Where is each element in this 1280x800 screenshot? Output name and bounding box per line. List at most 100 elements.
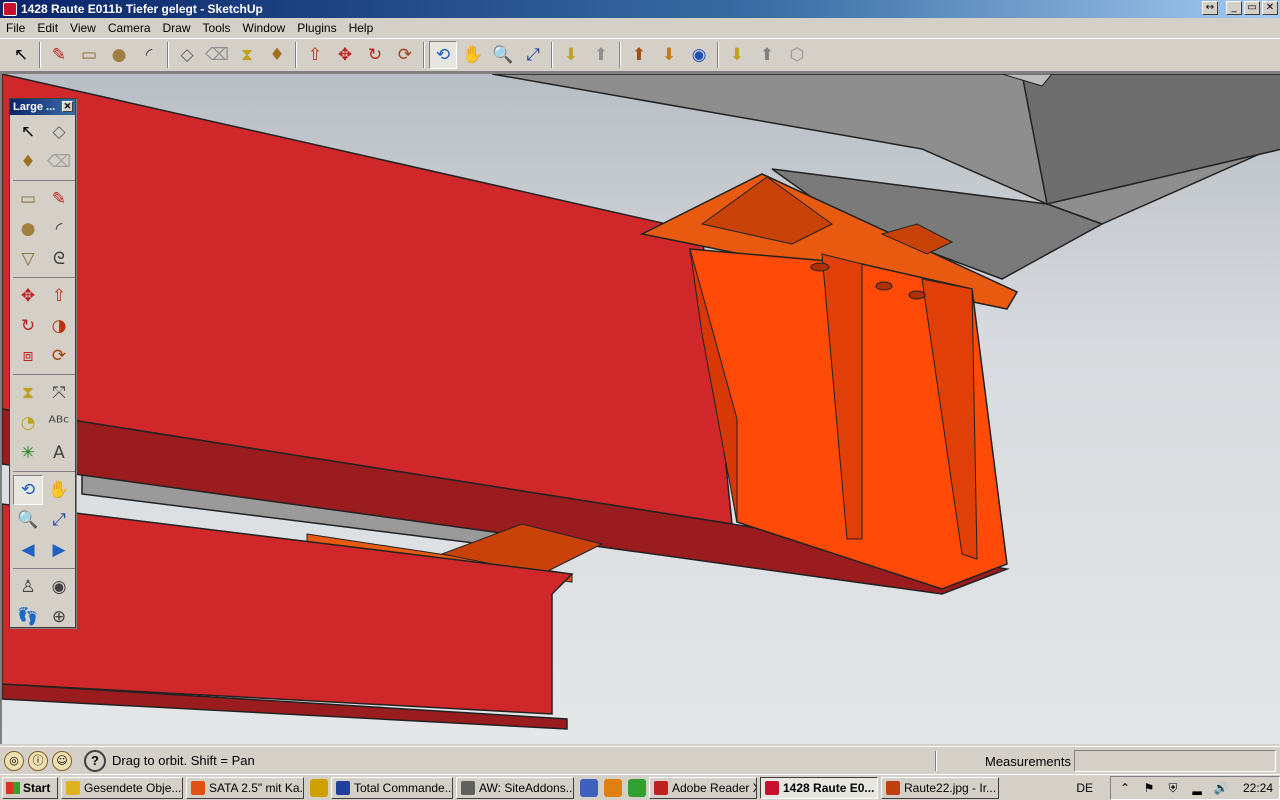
palette-offset-icon[interactable]: ⟳ xyxy=(44,341,74,371)
zoom-tool-icon[interactable]: 🔍 xyxy=(489,41,517,69)
palette-make-component-icon[interactable]: ◇ xyxy=(44,117,74,147)
palette-dimension-icon[interactable]: ⤧ xyxy=(44,378,74,408)
palette-walk-icon[interactable]: 👣 xyxy=(13,602,43,632)
security-icon[interactable]: ⛨ xyxy=(1165,781,1181,795)
component-attributes-tool-icon[interactable]: ⬆ xyxy=(753,41,781,69)
component-options-tool-icon[interactable]: ⬇ xyxy=(723,41,751,69)
taskbar-item[interactable]: Raute22.jpg - Ir... xyxy=(881,776,999,799)
menu-plugins[interactable]: Plugins xyxy=(291,21,342,35)
sketchup-app-icon[interactable] xyxy=(3,2,17,16)
palette-follow-me-icon[interactable]: ◑ xyxy=(44,311,74,341)
menu-tools[interactable]: Tools xyxy=(197,21,237,35)
menu-edit[interactable]: Edit xyxy=(31,21,64,35)
geo-location-icon[interactable]: ◎ xyxy=(4,750,24,771)
palette-protractor-icon[interactable]: ◔ xyxy=(13,408,43,438)
palette-line-icon[interactable]: ✎ xyxy=(44,184,74,214)
quicklaunch-icon[interactable] xyxy=(310,778,328,797)
model-viewport[interactable] xyxy=(0,72,1280,744)
menu-help[interactable]: Help xyxy=(343,21,380,35)
clock[interactable]: 22:24 xyxy=(1243,781,1273,795)
share-component-tool-icon[interactable]: ⬆ xyxy=(625,41,653,69)
arc-tool-icon[interactable]: ◜ xyxy=(135,41,163,69)
tray-expand-icon[interactable]: ⌃ xyxy=(1117,781,1133,795)
pan-tool-icon[interactable]: ✋ xyxy=(459,41,487,69)
palette-scale-icon[interactable]: ⧈ xyxy=(13,341,43,371)
palette-look-around-icon[interactable]: ◉ xyxy=(44,572,74,602)
orbit-tool-icon[interactable]: ⟲ xyxy=(429,41,457,69)
offset-tool-icon[interactable]: ⟳ xyxy=(391,41,419,69)
share-model-tool-icon[interactable]: ⬆ xyxy=(587,41,615,69)
paint-bucket-tool-icon[interactable]: ♦ xyxy=(263,41,291,69)
palette-tape-measure-icon[interactable]: ⧗ xyxy=(13,378,43,408)
make-component-tool-icon[interactable]: ◇ xyxy=(173,41,201,69)
palette-next-icon[interactable]: ▶ xyxy=(44,535,74,565)
maximize-button[interactable]: ▭ xyxy=(1244,1,1260,15)
tape-measure-tool-icon[interactable]: ⧗ xyxy=(233,41,261,69)
palette-previous-icon[interactable]: ◀ xyxy=(13,535,43,565)
taskbar-item[interactable]: Gesendete Obje... xyxy=(61,776,183,799)
palette-eraser-icon[interactable]: ⌫ xyxy=(44,147,74,177)
language-indicator[interactable]: DE xyxy=(1076,781,1093,795)
measurements-input[interactable] xyxy=(1074,750,1276,772)
palette-pan-icon[interactable]: ✋ xyxy=(44,475,74,505)
palette-3d-text-icon[interactable]: A xyxy=(44,438,74,468)
palette-orbit-icon[interactable]: ⟲ xyxy=(13,475,43,505)
palette-zoom-icon[interactable]: 🔍 xyxy=(13,505,43,535)
volume-icon[interactable]: 🔊 xyxy=(1213,781,1229,795)
preview-google-earth-tool-icon[interactable]: ◉ xyxy=(685,41,713,69)
get-photo-texture-tool-icon[interactable]: ⬇ xyxy=(655,41,683,69)
minimize-button[interactable]: _ xyxy=(1226,1,1242,15)
palette-position-camera-icon[interactable]: ♙ xyxy=(13,572,43,602)
eraser-tool-icon[interactable]: ⌫ xyxy=(203,41,231,69)
palette-rotate-icon[interactable]: ↻ xyxy=(13,311,43,341)
taskbar-item[interactable]: 1428 Raute E0... xyxy=(760,776,878,799)
menu-draw[interactable]: Draw xyxy=(157,21,197,35)
get-models-tool-icon[interactable]: ⬇ xyxy=(557,41,585,69)
network-icon[interactable]: ▂ xyxy=(1189,781,1205,795)
large-tool-set-palette[interactable]: Large ... ✕ ↖ ◇ ♦ ⌫ ▭ ✎ ● ◜ ▽ ᘓ ✥ ⇧ ↻ ◑ ⧈ ⟳ ⧗ ⤧ ◔ ᴬᴮᶜ ✳ A ⟲ ✋ 🔍 ⤢… xyxy=(9,98,76,628)
flag-icon[interactable]: ⚑ xyxy=(1141,781,1157,795)
zoom-extents-tool-icon[interactable]: ⤢ xyxy=(519,41,547,69)
extension-warehouse-tool-icon[interactable]: ⬡ xyxy=(783,41,811,69)
start-button[interactable]: Start xyxy=(2,776,58,799)
pencil-tool-icon[interactable]: ✎ xyxy=(45,41,73,69)
palette-title-bar[interactable]: Large ... ✕ xyxy=(10,99,75,115)
palette-text-icon[interactable]: ᴬᴮᶜ xyxy=(44,408,74,438)
palette-axes-icon[interactable]: ✳ xyxy=(13,438,43,468)
taskbar-item[interactable]: Total Commande... xyxy=(331,776,453,799)
taskbar-item[interactable]: SATA 2.5" mit Ka... xyxy=(186,776,304,799)
palette-arc-icon[interactable]: ◜ xyxy=(44,214,74,244)
taskbar-item[interactable]: Adobe Reader X xyxy=(649,776,757,799)
menu-camera[interactable]: Camera xyxy=(102,21,157,35)
rectangle-tool-icon[interactable]: ▭ xyxy=(75,41,103,69)
move-tool-icon[interactable]: ✥ xyxy=(331,41,359,69)
help-icon[interactable]: ? xyxy=(84,749,106,772)
push-pull-tool-icon[interactable]: ⇧ xyxy=(301,41,329,69)
user-icon[interactable]: ☺ xyxy=(52,750,72,771)
taskbar-item[interactable]: AW: SiteAddons.... xyxy=(456,776,574,799)
palette-section-plane-icon[interactable]: ⊕ xyxy=(44,602,74,632)
menu-file[interactable]: File xyxy=(0,21,31,35)
credits-icon[interactable]: ⓘ xyxy=(28,750,48,771)
select-tool-icon[interactable]: ↖ xyxy=(7,41,35,69)
quicklaunch-icon[interactable] xyxy=(604,778,622,797)
palette-zoom-window-icon[interactable]: ⤢ xyxy=(44,505,74,535)
palette-polygon-icon[interactable]: ▽ xyxy=(13,244,43,274)
quicklaunch-icon[interactable] xyxy=(628,778,646,797)
palette-close-icon[interactable]: ✕ xyxy=(62,101,73,112)
menu-view[interactable]: View xyxy=(64,21,102,35)
title-bar[interactable]: 1428 Raute E011b Tiefer gelegt - SketchU… xyxy=(0,0,1280,18)
palette-circle-icon[interactable]: ● xyxy=(13,214,43,244)
close-button[interactable]: ✕ xyxy=(1262,1,1278,15)
palette-rectangle-icon[interactable]: ▭ xyxy=(13,184,43,214)
rotate-tool-icon[interactable]: ↻ xyxy=(361,41,389,69)
palette-select-icon[interactable]: ↖ xyxy=(13,117,43,147)
circle-tool-icon[interactable]: ● xyxy=(105,41,133,69)
menu-window[interactable]: Window xyxy=(237,21,292,35)
palette-paint-bucket-icon[interactable]: ♦ xyxy=(13,147,43,177)
palette-move-icon[interactable]: ✥ xyxy=(13,281,43,311)
palette-push-pull-icon[interactable]: ⇧ xyxy=(44,281,74,311)
quicklaunch-icon[interactable] xyxy=(580,778,598,797)
palette-freehand-icon[interactable]: ᘓ xyxy=(44,244,74,274)
restore-toolbar-button[interactable]: ↔ xyxy=(1202,1,1218,15)
